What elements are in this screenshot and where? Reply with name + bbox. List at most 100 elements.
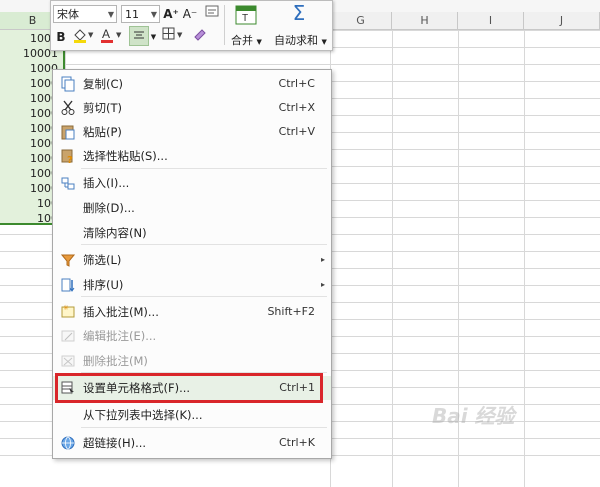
merge-icon[interactable]: T [234,5,258,27]
chevron-down-icon[interactable]: ▼ [149,27,158,47]
menu-item-shortcut: Shift+F2 [267,305,315,318]
menu-item-shortcut: Ctrl+K [278,436,315,449]
menu-item-paste[interactable]: 粘贴(P) Ctrl+V [53,120,331,144]
svg-text:▼: ▼ [88,31,94,39]
font-name-select[interactable]: 宋体 ▼ [53,5,117,23]
menu-item-label: 剪切(T) [83,101,122,115]
menu-item-clear-contents[interactable]: 清除内容(N) [53,221,331,245]
cell-b-4[interactable]: 1000 [0,76,58,92]
clear-format-icon[interactable] [203,4,221,24]
filter-icon [60,252,76,268]
borders-button[interactable]: ▼ [161,27,185,47]
column-header-g[interactable]: G [330,12,392,29]
autosum-label: 自动求和 [274,34,318,47]
menu-item-sort[interactable]: 排序(U) ▸ [53,273,331,297]
insert-icon [60,175,76,191]
shrink-font-icon[interactable]: A⁻ [182,4,198,24]
watermark: Bai 经验 [432,404,515,428]
chevron-down-icon: ▼ [321,38,327,46]
svg-text:▼: ▼ [177,31,183,39]
font-name-value: 宋体 [57,8,79,21]
menu-item-label: 从下拉列表中选择(K)... [83,408,203,422]
cell-b-7[interactable]: 1000 [0,121,58,137]
chevron-right-icon: ▸ [320,280,325,289]
menu-item-label: 编辑批注(E)... [83,329,157,343]
menu-item-label: 删除(D)... [83,201,135,215]
menu-separator [81,168,327,169]
cell-b-3[interactable]: 1000 [0,61,58,77]
fill-color-button[interactable]: ▼ [71,27,95,47]
menu-item-hyperlink[interactable]: 超链接(H)... Ctrl+K [53,431,331,455]
menu-item-paste-special[interactable]: ? 选择性粘贴(S)... [53,144,331,168]
menu-item-label: 筛选(L) [83,253,122,267]
cell-b-8[interactable]: 1000 [0,136,58,152]
menu-item-label: 排序(U) [83,278,124,292]
menu-item-label: 选择性粘贴(S)... [83,149,168,163]
svg-text:A: A [102,27,110,41]
bold-button[interactable]: B [54,27,68,47]
svg-text:?: ? [67,155,73,164]
edit-comment-icon [60,328,76,344]
font-size-value: 11 [125,8,139,21]
menu-item-pick-from-list[interactable]: 从下拉列表中选择(K)... [53,403,331,427]
menu-item-filter[interactable]: 筛选(L) ▸ [53,248,331,272]
toolbar-separator [224,5,225,45]
floating-format-toolbar: 宋体 ▼ 11 ▼ A⁺ A⁻ B ▼ A ▼ ▼ ▼ T 合并 ▼ Σ 自动求和… [50,0,333,51]
menu-item-delete-comment: 删除批注(M) [53,349,331,373]
cell-b-6[interactable]: 1000 [0,106,58,122]
blank-icon-slot [60,200,76,216]
cell-b-10[interactable]: 1000 [0,166,58,182]
sort-icon [60,277,76,293]
cell-b-13[interactable]: 100 [0,211,58,227]
column-header-i[interactable]: I [458,12,524,29]
menu-item-label: 删除批注(M) [83,354,148,368]
menu-item-label: 清除内容(N) [83,226,147,240]
align-center-button[interactable] [129,26,149,46]
svg-text:▼: ▼ [116,31,122,39]
column-header-j[interactable]: J [524,12,600,29]
chevron-right-icon: ▸ [320,255,325,264]
grid-line [392,30,393,487]
hyperlink-icon [60,435,76,451]
menu-item-delete[interactable]: 删除(D)... [53,196,331,220]
autosum-button[interactable]: 自动求和 ▼ [274,32,327,48]
font-size-select[interactable]: 11 ▼ [121,5,160,23]
copy-icon [60,76,76,92]
font-color-button[interactable]: A ▼ [98,27,124,47]
menu-item-shortcut: Ctrl+V [278,125,315,138]
menu-item-shortcut: Ctrl+X [278,101,315,114]
chevron-down-icon: ▼ [150,10,157,19]
context-menu: 复制(C) Ctrl+C 剪切(T) Ctrl+X 粘贴(P) Ctrl+V? 选择性粘贴(… [52,69,332,459]
menu-item-insert-comment[interactable]: ✳ 插入批注(M)... Shift+F2 [53,300,331,324]
column-header-h[interactable]: H [392,12,458,29]
highlight-annotation-box [55,373,323,403]
svg-text:✳: ✳ [63,304,69,312]
menu-item-edit-comment: 编辑批注(E)... [53,324,331,348]
menu-item-insert[interactable]: 插入(I)... [53,171,331,195]
cell-b-5[interactable]: 1000 [0,91,58,107]
autosum-icon[interactable]: Σ [287,3,311,27]
grid-line [524,30,525,487]
blank-icon-slot [60,407,76,423]
paste-special-icon: ? [60,148,76,166]
chevron-down-icon: ▼ [107,10,114,19]
menu-item-label: 超链接(H)... [83,436,147,450]
merge-button[interactable]: 合并 ▼ [231,32,262,48]
scissors-icon [60,100,76,116]
grow-font-icon[interactable]: A⁺ [163,4,179,24]
menu-separator [81,427,327,428]
cell-b-11[interactable]: 1000 [0,181,58,197]
menu-item-label: 粘贴(P) [83,125,122,139]
menu-item-copy[interactable]: 复制(C) Ctrl+C [53,72,331,96]
insert-comment-icon: ✳ [60,304,76,320]
cell-b-9[interactable]: 1000 [0,151,58,167]
svg-text:T: T [242,13,248,24]
menu-item-label: 插入批注(M)... [83,305,159,319]
menu-item-cut[interactable]: 剪切(T) Ctrl+X [53,96,331,120]
menu-item-label: 复制(C) [83,77,124,91]
menu-separator [81,296,327,297]
delete-comment-icon [60,353,76,369]
paste-icon [60,124,76,140]
cell-b-12[interactable]: 100 [0,196,58,212]
format-painter-icon[interactable] [191,27,211,47]
